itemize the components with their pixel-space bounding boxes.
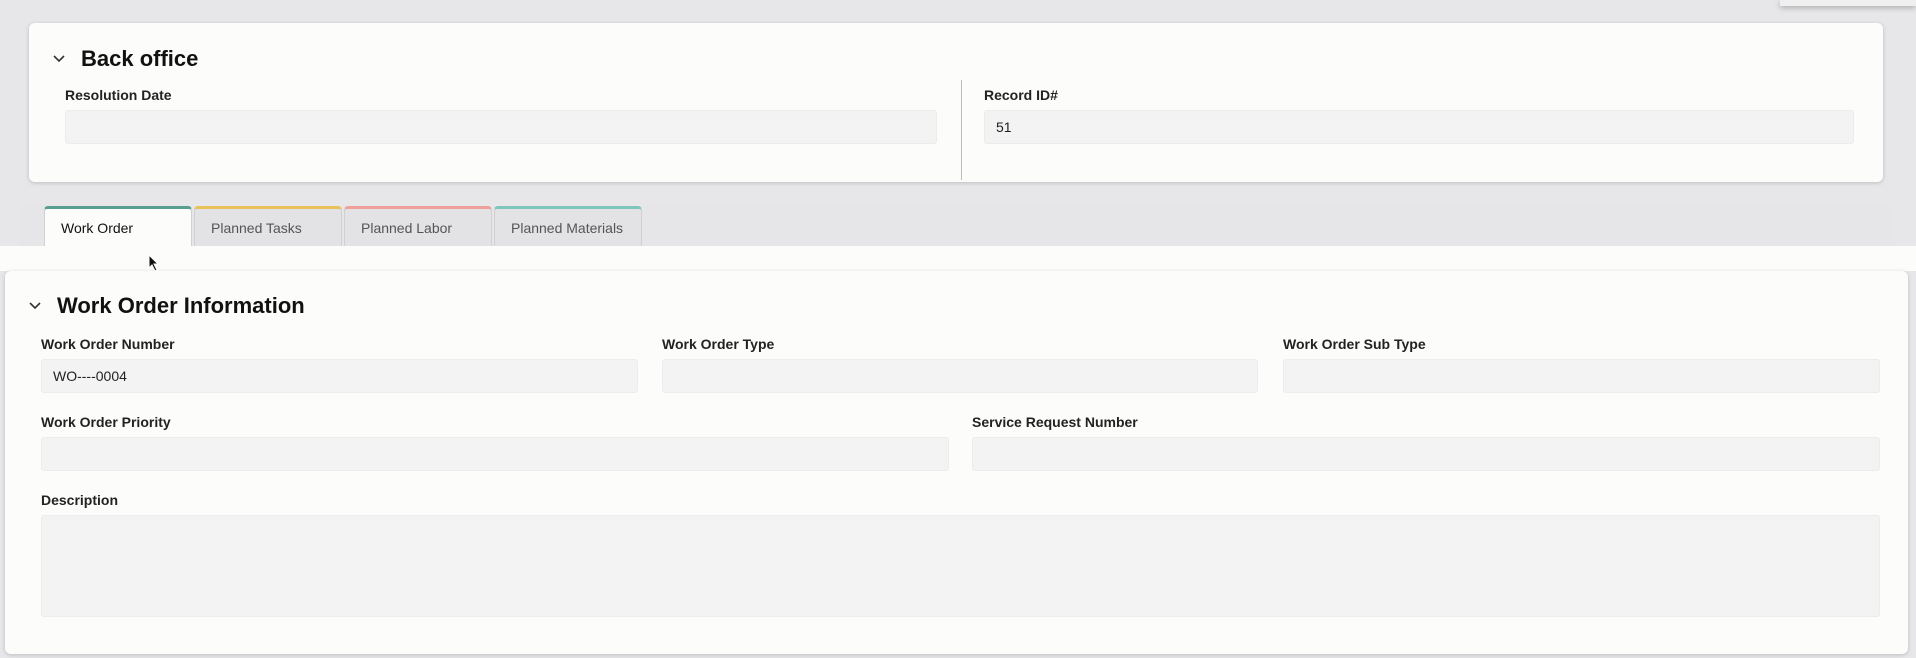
- service-request-number-field: Service Request Number: [972, 414, 1880, 471]
- chevron-down-icon[interactable]: [51, 51, 67, 67]
- work-order-type-select[interactable]: [662, 359, 1258, 393]
- top-right-edge: [1780, 0, 1916, 6]
- work-order-sub-type-select[interactable]: [1283, 359, 1880, 393]
- work-order-priority-field: Work Order Priority: [41, 414, 949, 471]
- back-office-header[interactable]: Back office: [51, 35, 198, 83]
- work-order-number-field: Work Order Number WO----0004: [41, 336, 638, 393]
- work-order-type-label: Work Order Type: [662, 336, 775, 352]
- description-field: Description: [41, 492, 1880, 617]
- work-order-information-title: Work Order Information: [57, 293, 305, 318]
- work-order-sub-type-label: Work Order Sub Type: [1283, 336, 1426, 352]
- resolution-date-input[interactable]: [65, 110, 937, 144]
- record-id-field: Record ID# 51: [984, 87, 1854, 144]
- service-request-number-input[interactable]: [972, 437, 1880, 471]
- work-order-sub-type-field: Work Order Sub Type: [1283, 336, 1880, 393]
- work-order-information-panel: Work Order Information Work Order Number…: [5, 271, 1908, 654]
- back-office-panel: Back office Resolution Date Record ID# 5…: [29, 23, 1883, 182]
- chevron-down-icon[interactable]: [27, 298, 43, 314]
- work-order-priority-label: Work Order Priority: [41, 414, 171, 430]
- field-divider: [961, 80, 962, 180]
- work-order-priority-select[interactable]: [41, 437, 949, 471]
- tab-planned-labor[interactable]: Planned Labor: [344, 206, 492, 246]
- description-textarea[interactable]: [41, 515, 1880, 617]
- work-order-information-header[interactable]: Work Order Information: [27, 281, 305, 331]
- description-label: Description: [41, 492, 119, 508]
- tab-planned-tasks[interactable]: Planned Tasks: [194, 206, 342, 246]
- work-order-type-field: Work Order Type: [662, 336, 1258, 393]
- tab-bar: Work Order Planned Tasks Planned Labor P…: [44, 206, 642, 246]
- tab-content-gap: [0, 246, 1916, 271]
- back-office-title: Back office: [81, 46, 199, 71]
- resolution-date-field: Resolution Date: [65, 87, 937, 144]
- mouse-cursor-icon: [148, 253, 160, 277]
- resolution-date-label: Resolution Date: [65, 87, 172, 103]
- work-order-number-input[interactable]: WO----0004: [41, 359, 638, 393]
- record-id-label: Record ID#: [984, 87, 1058, 103]
- tab-planned-materials[interactable]: Planned Materials: [494, 206, 642, 246]
- tab-work-order[interactable]: Work Order: [44, 206, 192, 246]
- work-order-number-label: Work Order Number: [41, 336, 175, 352]
- service-request-number-label: Service Request Number: [972, 414, 1138, 430]
- record-id-input[interactable]: 51: [984, 110, 1854, 144]
